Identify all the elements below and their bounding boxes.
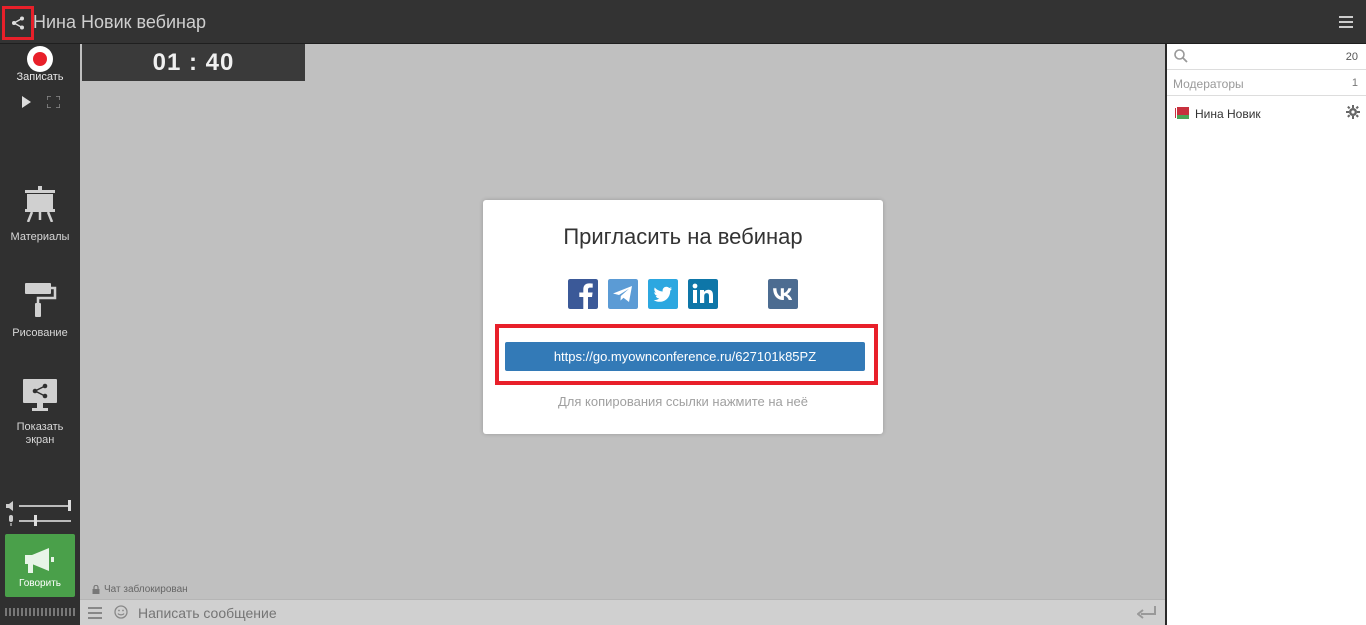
invite-dialog: Пригласить на вебинар https://go.myownco… bbox=[483, 200, 883, 434]
invite-link-button[interactable]: https://go.myownconference.ru/627101k85P… bbox=[505, 342, 865, 371]
hamburger-icon bbox=[1339, 16, 1353, 28]
share-icon bbox=[12, 16, 24, 30]
moderators-count: 1 bbox=[1351, 77, 1358, 89]
audio-level-meter bbox=[5, 608, 75, 616]
invite-dialog-title: Пригласить на вебинар bbox=[563, 224, 803, 249]
materials-label: Материалы bbox=[10, 231, 70, 243]
chat-message-input[interactable] bbox=[138, 605, 1038, 621]
share-button[interactable] bbox=[2, 6, 34, 40]
screen-share-button[interactable]: Показать экран bbox=[0, 378, 80, 447]
flag-icon bbox=[1174, 107, 1189, 119]
facebook-icon[interactable] bbox=[568, 279, 598, 309]
screen-share-icon bbox=[23, 379, 57, 411]
webinar-timer: 01 : 40 bbox=[82, 44, 305, 81]
fullscreen-icon[interactable] bbox=[47, 96, 60, 108]
search-icon bbox=[1174, 49, 1188, 63]
play-icon[interactable] bbox=[22, 96, 31, 108]
left-sidebar: Записать Материалы Рисование Показать эк… bbox=[0, 44, 80, 625]
lock-icon bbox=[92, 585, 100, 594]
record-button[interactable]: Записать bbox=[0, 44, 80, 86]
list-icon[interactable] bbox=[88, 607, 102, 619]
page-title: Нина Новик вебинар bbox=[33, 12, 207, 32]
chat-bar bbox=[80, 599, 1165, 625]
screen-share-label: Показать экран bbox=[16, 421, 64, 446]
speak-button[interactable]: Говорить bbox=[5, 534, 75, 597]
megaphone-icon bbox=[25, 548, 54, 573]
speaker-icon bbox=[6, 501, 13, 511]
vk-icon[interactable] bbox=[768, 279, 798, 309]
participant-count: 20 bbox=[1345, 51, 1358, 63]
drawing-label: Рисование bbox=[12, 327, 68, 339]
participant-search[interactable]: 20 bbox=[1167, 44, 1366, 70]
menu-button[interactable] bbox=[1338, 14, 1354, 30]
copy-hint: Для копирования ссылки нажмите на неё bbox=[557, 394, 809, 409]
gear-icon[interactable] bbox=[1346, 105, 1360, 119]
speak-label: Говорить bbox=[18, 578, 61, 589]
moderators-header[interactable]: Модераторы 1 bbox=[1167, 70, 1366, 96]
easel-icon bbox=[25, 186, 55, 223]
speaker-volume-slider[interactable] bbox=[6, 500, 74, 512]
telegram-icon[interactable] bbox=[608, 279, 638, 309]
microphone-icon bbox=[9, 515, 13, 526]
participant-name: Нина Новик bbox=[1195, 107, 1261, 121]
send-enter-icon[interactable] bbox=[1137, 606, 1157, 620]
materials-button[interactable]: Материалы bbox=[0, 186, 80, 244]
chat-locked-text: Чат заблокирован bbox=[104, 584, 188, 595]
moderators-label: Модераторы bbox=[1173, 77, 1244, 91]
participants-panel: 20 Модераторы 1 Нина Новик bbox=[1165, 44, 1366, 625]
chat-locked-notice: Чат заблокирован bbox=[92, 584, 188, 595]
top-bar: Нина Новик вебинар bbox=[0, 0, 1366, 44]
record-label: Записать bbox=[16, 71, 64, 83]
record-icon bbox=[27, 46, 53, 72]
paint-roller-icon bbox=[25, 283, 57, 317]
linkedin-icon[interactable] bbox=[688, 279, 718, 309]
invite-link-highlight: https://go.myownconference.ru/627101k85P… bbox=[495, 324, 878, 385]
participant-row[interactable]: Нина Новик bbox=[1167, 102, 1366, 126]
emoji-icon[interactable] bbox=[114, 605, 128, 619]
twitter-icon[interactable] bbox=[648, 279, 678, 309]
drawing-button[interactable]: Рисование bbox=[0, 282, 80, 340]
mic-volume-slider[interactable] bbox=[6, 515, 74, 527]
main-stage: 01 : 40 Пригласить на вебинар https://go… bbox=[80, 44, 1165, 599]
